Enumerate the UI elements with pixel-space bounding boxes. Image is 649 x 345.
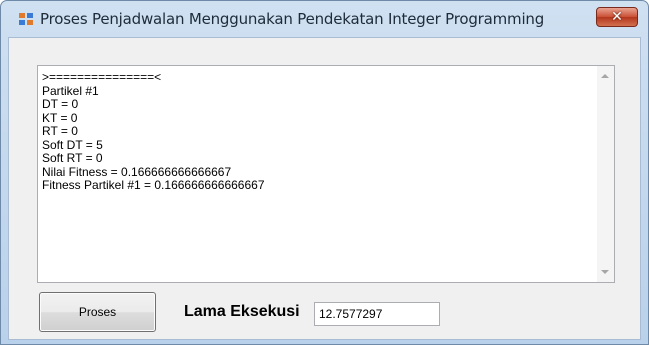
- lama-eksekusi-value: 12.7577297: [319, 307, 383, 321]
- output-line: Soft RT = 0: [42, 151, 103, 165]
- output-textbox[interactable]: >===============< Partikel #1 DT = 0 KT = 0…: [37, 65, 615, 283]
- scroll-up-icon[interactable]: [601, 74, 609, 78]
- output-line: RT = 0: [42, 124, 78, 138]
- output-line: DT = 0: [42, 97, 79, 111]
- close-button[interactable]: ✕: [596, 7, 638, 27]
- output-line: Fitness Partikel #1 = 0.166666666666667: [42, 178, 265, 192]
- form-icon: [19, 13, 33, 25]
- output-line: KT = 0: [42, 110, 78, 125]
- output-text: >===============< Partikel #1 DT = 0 KT = 0…: [42, 70, 265, 193]
- proses-button[interactable]: Proses: [39, 292, 156, 332]
- close-icon: ✕: [611, 9, 623, 25]
- scroll-down-icon[interactable]: [601, 270, 609, 274]
- proses-button-label: Proses: [78, 305, 117, 319]
- form-body: >===============< Partikel #1 DT = 0 KT = 0…: [8, 37, 641, 340]
- vertical-scrollbar[interactable]: [597, 66, 614, 282]
- output-line: Partikel #1: [42, 83, 99, 98]
- window-title: Proses Penjadwalan Menggunakan Pendekata…: [40, 10, 545, 28]
- output-line: Soft DT = 5: [42, 137, 103, 152]
- lama-eksekusi-label: Lama Eksekusi: [184, 303, 300, 320]
- app-window: Proses Penjadwalan Menggunakan Pendekata…: [0, 0, 649, 345]
- title-bar[interactable]: Proses Penjadwalan Menggunakan Pendekata…: [1, 1, 648, 37]
- output-line: Nilai Fitness = 0.166666666666667: [42, 164, 232, 179]
- lama-eksekusi-field[interactable]: 12.7577297: [314, 302, 440, 326]
- output-line: >===============<: [42, 70, 162, 84]
